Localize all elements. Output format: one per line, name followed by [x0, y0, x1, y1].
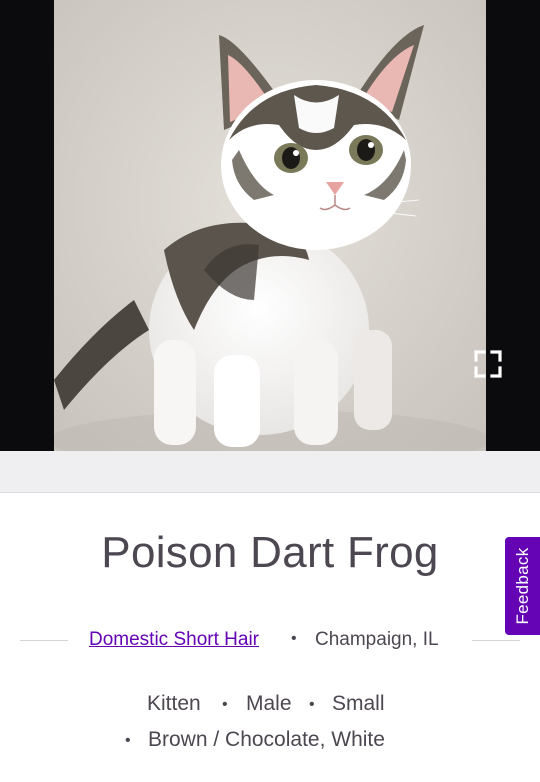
divider-right: [472, 640, 520, 641]
feedback-label: Feedback: [512, 547, 532, 625]
pet-name-title: Poison Dart Frog: [101, 528, 439, 577]
divider-left: [20, 640, 68, 641]
gender-text: Male: [246, 692, 292, 715]
location-text: Champaign, IL: [315, 629, 439, 650]
gallery-strip: [0, 451, 540, 493]
colors-text: Brown / Chocolate, White: [148, 728, 385, 751]
pet-attributes-row: Kitten • Male • Small: [0, 690, 540, 720]
separator-dot: •: [309, 696, 315, 713]
separator-dot: •: [222, 696, 228, 713]
breed-location-row: Domestic Short Hair • Champaign, IL: [0, 626, 540, 656]
age-text: Kitten: [147, 692, 201, 715]
feedback-button[interactable]: Feedback: [505, 537, 540, 635]
separator-dot: •: [125, 732, 131, 749]
breed-link[interactable]: Domestic Short Hair: [89, 629, 259, 651]
pet-photo[interactable]: [54, 0, 486, 451]
separator-dot: •: [291, 630, 297, 647]
expand-icon[interactable]: [470, 346, 506, 382]
photo-carousel[interactable]: [0, 0, 540, 451]
pet-colors-row: • Brown / Chocolate, White: [0, 726, 540, 756]
size-text: Small: [332, 692, 385, 715]
